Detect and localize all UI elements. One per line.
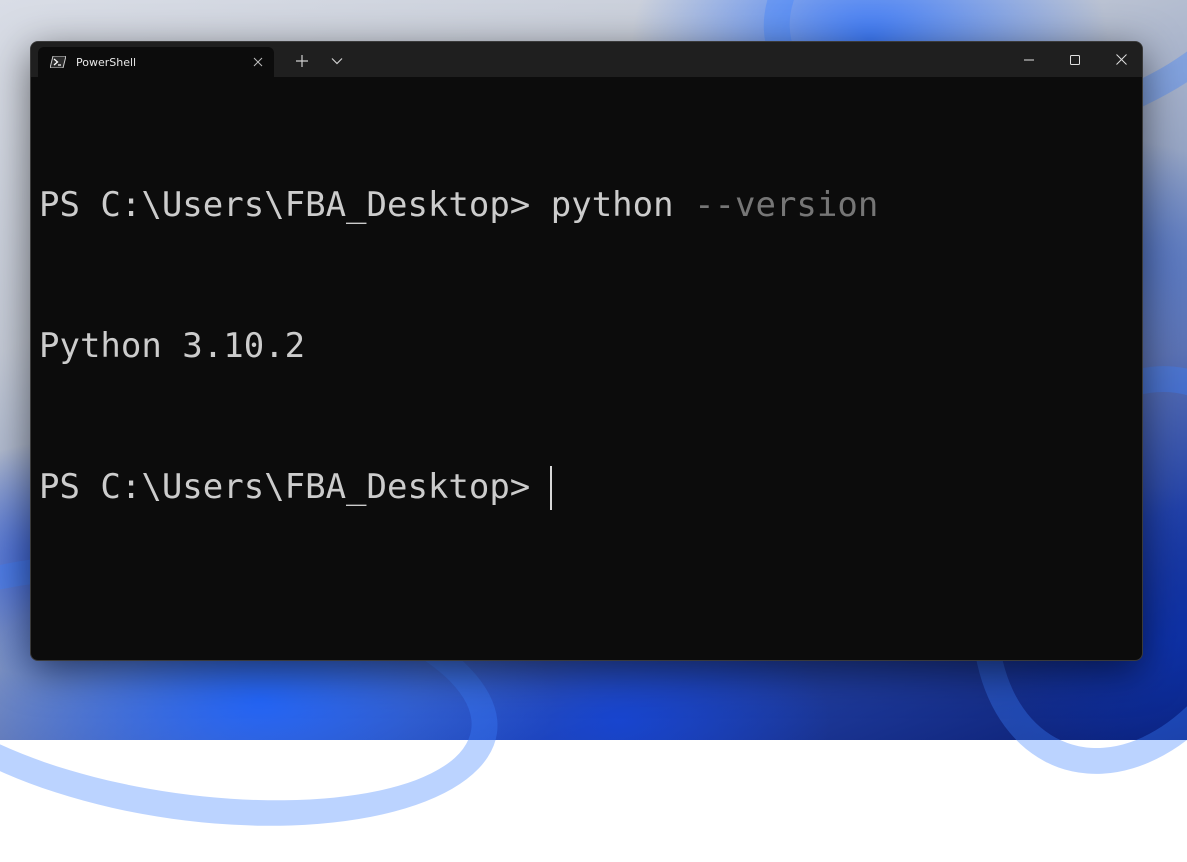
- text-cursor: [550, 465, 553, 510]
- title-bar[interactable]: PowerShell: [31, 42, 1142, 77]
- minimize-button[interactable]: [1006, 42, 1052, 77]
- terminal-line: PS C:\Users\FBA_Desktop>: [39, 464, 1134, 511]
- tab-dropdown-button[interactable]: [325, 51, 349, 71]
- tab-powershell[interactable]: PowerShell: [38, 47, 274, 77]
- terminal-line: PS C:\Users\FBA_Desktop> python --versio…: [39, 182, 1134, 229]
- prompt: PS C:\Users\FBA_Desktop>: [39, 185, 531, 225]
- command: python: [550, 185, 674, 225]
- tab-title: PowerShell: [76, 55, 137, 69]
- command-argument: --version: [694, 185, 879, 225]
- prompt: PS C:\Users\FBA_Desktop>: [39, 467, 531, 507]
- maximize-button[interactable]: [1052, 42, 1098, 77]
- close-icon: [1115, 54, 1127, 65]
- minimize-icon: [1024, 59, 1034, 60]
- new-tab-button[interactable]: [290, 51, 314, 71]
- close-window-button[interactable]: [1098, 42, 1142, 77]
- maximize-icon: [1070, 54, 1080, 65]
- terminal-output[interactable]: PS C:\Users\FBA_Desktop> python --versio…: [39, 88, 1134, 652]
- command-output: Python 3.10.2: [39, 326, 306, 366]
- chevron-down-icon: [331, 58, 343, 65]
- terminal-line: Python 3.10.2: [39, 323, 1134, 370]
- powershell-icon: [50, 55, 66, 69]
- terminal-window: PowerShell PS C:\Users\FBA_Desktop> pyth…: [30, 41, 1143, 661]
- plus-icon: [296, 55, 308, 67]
- close-icon[interactable]: [250, 54, 266, 70]
